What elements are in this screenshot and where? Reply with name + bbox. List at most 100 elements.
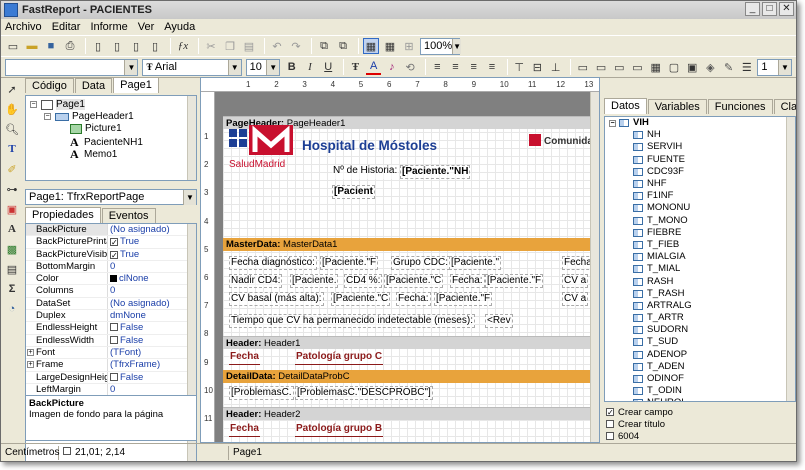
tree-item-picture[interactable]: Picture1 <box>70 123 122 134</box>
property-row[interactable]: Duplex dmNone <box>26 310 196 323</box>
cd4-pct-field[interactable]: [Paciente."C <box>384 274 444 288</box>
header-patologia-c[interactable]: Patología grupo C <box>295 351 384 365</box>
checkbox[interactable]: ✓ <box>110 250 118 259</box>
fill-color-icon[interactable]: ◈ <box>703 59 718 75</box>
property-value[interactable]: ✓ True <box>108 249 139 260</box>
menu-ayuda[interactable]: Ayuda <box>164 21 195 33</box>
frame-top-icon[interactable]: ▭ <box>575 59 590 75</box>
font-size-select[interactable]: 10 ▼ <box>245 58 281 76</box>
data-field-item[interactable]: FIEBRE <box>605 227 795 239</box>
insert-subreport-icon[interactable]: ▤ <box>4 261 20 277</box>
tree-item-memo[interactable]: A Memo1 <box>70 147 117 162</box>
paciente-fecha-field[interactable]: [Paciente."F <box>320 256 379 270</box>
property-row[interactable]: BackPictureVisible ✓ True <box>26 248 196 261</box>
data-field-item[interactable]: ADENOP <box>605 349 795 361</box>
tree-scrollbar[interactable] <box>187 96 196 180</box>
data-field-item[interactable]: ARTRALG <box>605 300 795 312</box>
property-row[interactable]: Color clNone <box>26 273 196 286</box>
delete-page-icon[interactable]: ▯ <box>128 38 144 54</box>
property-value[interactable]: False <box>108 335 143 346</box>
property-row[interactable]: BackPicture (No asignado) <box>26 224 196 237</box>
data-field-item[interactable]: NHF <box>605 178 795 190</box>
data-field-item[interactable]: RASH <box>605 275 795 287</box>
tree-item-page-header[interactable]: − PageHeader1 <box>44 111 134 122</box>
bold-button[interactable]: B <box>284 59 299 75</box>
band-header-1[interactable]: Header: Header1 <box>223 336 598 349</box>
property-row[interactable]: + Frame (TfrxFrame) <box>26 359 196 372</box>
font-name-select[interactable]: Ŧ Arial ▼ <box>142 58 242 76</box>
expand-icon[interactable]: + <box>27 348 34 356</box>
rotation-icon[interactable]: ⟲ <box>402 59 417 75</box>
header2-fecha[interactable]: Fecha <box>229 423 260 437</box>
option-checkbox[interactable]: Crear título <box>604 418 796 430</box>
tab-funciones[interactable]: Funciones <box>707 99 773 114</box>
menu-informe[interactable]: Informe <box>90 21 127 33</box>
problemas-desc-field[interactable]: [ProblemasC."DESCPROBC"] <box>295 386 433 400</box>
fecha-diagnostico-label[interactable]: Fecha diagnóstico: <box>229 256 317 270</box>
grid-align-icon[interactable]: ▦ <box>382 38 398 54</box>
property-row[interactable]: EndlessWidth False <box>26 334 196 347</box>
italic-button[interactable]: I <box>302 59 317 75</box>
data-field-item[interactable]: T_MONO <box>605 215 795 227</box>
checkbox[interactable]: ✓ <box>606 408 614 417</box>
shadow-icon[interactable]: ▣ <box>685 59 700 75</box>
nadir-cd4-label[interactable]: Nadir CD4: <box>229 274 283 288</box>
tab-eventos[interactable]: Eventos <box>101 208 156 223</box>
insert-system-text-icon[interactable]: Σ <box>4 281 20 297</box>
data-field-item[interactable]: T_ODIN <box>605 385 795 397</box>
align-justify-icon[interactable]: ≡ <box>484 59 499 75</box>
dataset-vih[interactable]: − VIH <box>605 117 795 129</box>
frame-none-icon[interactable]: ▢ <box>666 59 681 75</box>
grid-icon[interactable]: ▦ <box>363 38 379 54</box>
property-row[interactable]: BottomMargin 0 <box>26 260 196 274</box>
data-field-item[interactable]: F1INF <box>605 190 795 202</box>
data-field-item[interactable]: T_FIEB <box>605 239 795 251</box>
hand-tool-icon[interactable]: ✋ <box>4 101 20 117</box>
paste-icon[interactable]: ▤ <box>241 38 257 54</box>
group-icon[interactable]: ⧉ <box>316 38 332 54</box>
fecha-cd4-field[interactable]: [Paciente."F <box>485 274 544 288</box>
property-value[interactable]: 0 <box>108 261 115 272</box>
valign-center-icon[interactable]: ⊟ <box>530 59 545 75</box>
data-field-item[interactable]: T_RASH <box>605 288 795 300</box>
checkbox[interactable] <box>606 432 614 440</box>
font-color-icon[interactable]: A <box>366 59 382 75</box>
object-select[interactable]: Page1: TfrxReportPage ▼ <box>25 189 197 205</box>
property-value[interactable]: False <box>108 372 143 383</box>
tab-datos[interactable]: Datos <box>604 98 647 114</box>
cut-icon[interactable]: ✂ <box>203 38 219 54</box>
maximize-button[interactable]: □ <box>762 2 777 16</box>
property-value[interactable]: (TfrxFrame) <box>108 359 160 370</box>
new-dialog-icon[interactable]: ▯ <box>109 38 125 54</box>
tab-page1[interactable]: Page1 <box>113 77 159 93</box>
insert-chart-icon[interactable]: ◔ <box>4 301 20 317</box>
zoom-tool-icon[interactable]: 🔍︎ <box>4 121 20 137</box>
property-row[interactable]: EndlessHeight False <box>26 322 196 335</box>
frame-width-select[interactable]: 1 ▼ <box>757 58 792 76</box>
frame-right-icon[interactable]: ▭ <box>630 59 645 75</box>
align-center-icon[interactable]: ≡ <box>448 59 463 75</box>
fecha-cv-label[interactable]: Fecha: <box>396 292 431 306</box>
historia-label[interactable]: Nº de Historia: <box>332 165 399 179</box>
data-field-item[interactable]: MONONU <box>605 202 795 214</box>
frame-all-icon[interactable]: ▦ <box>648 59 663 75</box>
tab-variables[interactable]: Variables <box>647 99 707 114</box>
nadir-cd4-field[interactable]: [Paciente. <box>290 274 339 288</box>
redo-icon[interactable]: ↷ <box>288 38 304 54</box>
minimize-button[interactable]: _ <box>745 2 760 16</box>
revision-field[interactable]: <Rev <box>485 314 513 328</box>
tab-codigo[interactable]: Código <box>25 78 74 93</box>
tree-item-page[interactable]: − Page1 <box>30 99 85 110</box>
tiempo-cv-label[interactable]: Tiempo que CV ha permanecido indetectabl… <box>229 314 475 328</box>
property-value[interactable]: ✓ True <box>108 236 139 247</box>
page-settings-icon[interactable]: ▯ <box>147 38 163 54</box>
band-master-data[interactable]: MasterData: MasterData1 <box>223 238 598 251</box>
property-value[interactable]: 0 <box>108 285 115 296</box>
tab-clases[interactable]: Clases <box>773 99 796 114</box>
data-field-item[interactable]: T_ADEN <box>605 361 795 373</box>
data-field-item[interactable]: NEUROL <box>605 397 795 401</box>
variables-icon[interactable]: ƒx <box>175 38 191 54</box>
fit-grid-icon[interactable]: ⊞ <box>401 38 417 54</box>
checkbox[interactable] <box>606 420 614 428</box>
cd4-actual-label[interactable]: CV a <box>562 274 589 288</box>
